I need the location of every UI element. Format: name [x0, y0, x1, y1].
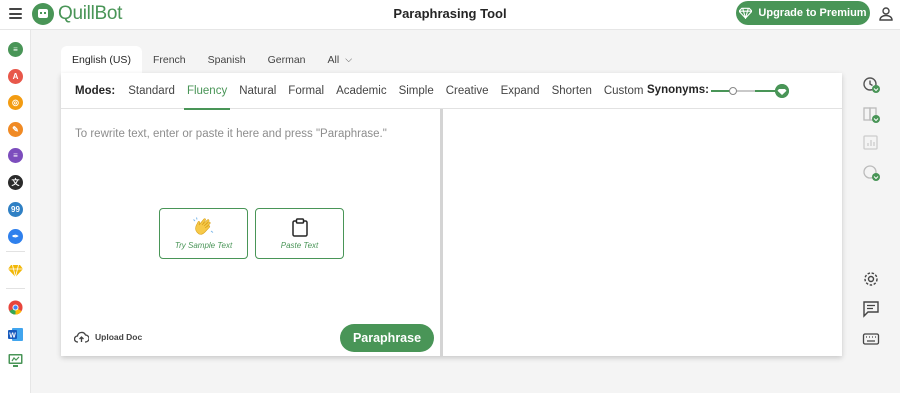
language-tab-french[interactable]: French: [142, 46, 197, 73]
input-pane[interactable]: To rewrite text, enter or paste it here …: [61, 109, 440, 356]
mode-standard[interactable]: Standard: [128, 73, 175, 109]
mode-shorten[interactable]: Shorten: [552, 73, 592, 109]
paraphrase-button[interactable]: Paraphrase: [340, 324, 434, 352]
language-tab-german[interactable]: German: [257, 46, 317, 73]
co-writer-app-icon[interactable]: ✎: [8, 122, 23, 137]
tone-icon[interactable]: [862, 164, 880, 182]
chevron-down-icon: ⌵: [345, 54, 353, 64]
synonyms-slider-thumb[interactable]: [729, 87, 737, 95]
paste-text-button[interactable]: Paste Text: [255, 208, 344, 259]
mode-expand[interactable]: Expand: [501, 73, 540, 109]
svg-text:W: W: [9, 333, 16, 340]
diamond-icon: [739, 7, 753, 19]
cloud-upload-icon: [74, 331, 89, 343]
mode-custom[interactable]: Custom: [604, 73, 644, 109]
waving-hand-icon: [192, 217, 213, 235]
mode-creative[interactable]: Creative: [446, 73, 489, 109]
paraphraser-card: English (US) French Spanish German All ⌵…: [61, 46, 842, 356]
feedback-icon[interactable]: [862, 300, 880, 318]
compare-modes-icon[interactable]: [862, 106, 880, 124]
upload-doc-button[interactable]: Upload Doc: [74, 331, 142, 343]
try-sample-text-label: Try Sample Text: [174, 241, 233, 250]
mode-academic[interactable]: Academic: [336, 73, 387, 109]
language-tabs: English (US) French Spanish German All ⌵: [61, 46, 363, 73]
citation-generator-app-icon[interactable]: 99: [8, 202, 23, 217]
chrome-extension-icon[interactable]: [8, 300, 23, 315]
clipboard-icon: [291, 217, 308, 237]
user-account-icon[interactable]: [878, 6, 894, 22]
upgrade-premium-button[interactable]: Upgrade to Premium: [736, 1, 870, 25]
language-tab-english-us[interactable]: English (US): [61, 46, 142, 73]
mode-simple[interactable]: Simple: [399, 73, 434, 109]
settings-gear-icon[interactable]: [862, 270, 880, 288]
upload-doc-label: Upload Doc: [95, 332, 143, 342]
synonyms-label: Synonyms:: [647, 84, 709, 96]
premium-lock-icon: [775, 84, 789, 98]
modes-bar: Modes: Standard Fluency Natural Formal A…: [61, 73, 842, 110]
mode-natural[interactable]: Natural: [239, 73, 276, 109]
history-icon[interactable]: [862, 76, 880, 94]
rail-divider: [6, 288, 25, 289]
app-sidebar: ≡ A ◎ ✎ ≡ 文 99 ✒ W: [0, 30, 31, 393]
synonyms-slider[interactable]: [711, 84, 789, 98]
synonyms-slider-track-locked: [734, 90, 755, 92]
plagiarism-checker-app-icon[interactable]: ◎: [8, 95, 23, 110]
input-placeholder[interactable]: To rewrite text, enter or paste it here …: [75, 128, 387, 140]
mode-formal[interactable]: Formal: [288, 73, 324, 109]
paraphraser-app-icon[interactable]: ≡: [8, 42, 23, 57]
flow-app-icon[interactable]: ✒: [8, 229, 23, 244]
upgrade-premium-label: Upgrade to Premium: [758, 7, 867, 19]
desktop-app-icon[interactable]: [8, 353, 23, 368]
output-pane: [443, 109, 842, 356]
modes-label: Modes:: [75, 84, 116, 97]
editor-panel: Modes: Standard Fluency Natural Formal A…: [61, 73, 842, 356]
mode-fluency[interactable]: Fluency: [183, 73, 231, 110]
premium-diamond-icon[interactable]: [8, 263, 23, 278]
language-tab-spanish[interactable]: Spanish: [197, 46, 257, 73]
summarizer-app-icon[interactable]: ≡: [8, 148, 23, 163]
keyboard-shortcuts-icon[interactable]: [862, 330, 880, 348]
language-tab-all[interactable]: All ⌵: [317, 46, 364, 73]
top-bar: QuillBot Paraphrasing Tool Upgrade to Pr…: [0, 0, 900, 30]
word-extension-icon[interactable]: W: [8, 327, 23, 342]
statistics-icon[interactable]: [862, 134, 880, 152]
language-tab-all-label: All: [327, 53, 340, 66]
try-sample-text-button[interactable]: Try Sample Text: [159, 208, 248, 259]
translator-app-icon[interactable]: 文: [8, 175, 23, 190]
grammar-checker-app-icon[interactable]: A: [8, 69, 23, 84]
rail-divider: [6, 251, 25, 252]
paste-text-label: Paste Text: [280, 240, 319, 250]
